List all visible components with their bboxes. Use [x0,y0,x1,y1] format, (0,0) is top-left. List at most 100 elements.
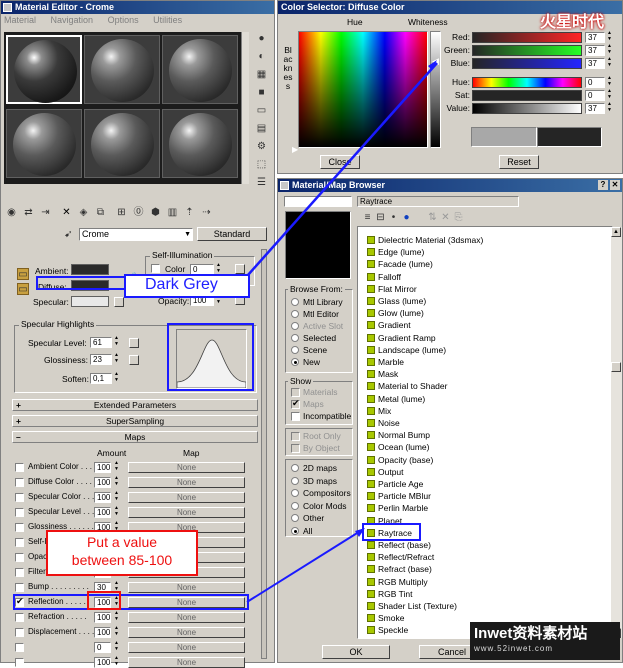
supersampling-rollout[interactable]: + SuperSampling [12,415,258,427]
map-search-input[interactable] [284,196,352,207]
map-amount-spinner[interactable] [114,625,121,638]
map-list-item[interactable]: Glow (lume) [367,307,607,319]
background-icon[interactable]: ▦ [254,67,269,82]
select-by-material-icon[interactable]: ⬚ [254,157,269,172]
map-enable-checkbox[interactable] [15,553,24,562]
maps-rollout[interactable]: – Maps [12,431,258,443]
sample-slot-6[interactable] [162,109,238,178]
menu-options[interactable]: Options [108,15,139,25]
make-copy-icon[interactable]: ◈ [76,205,91,220]
map-enable-checkbox[interactable] [15,613,24,622]
map-list-item[interactable]: Shader List (Texture) [367,600,607,612]
specular-level-input[interactable]: 61 [90,337,112,348]
material-name-field[interactable]: Crome ▼ [79,228,193,241]
channel-spinner[interactable] [607,30,614,43]
map-list-item[interactable]: Mask [367,368,607,380]
menu-navigation[interactable]: Navigation [51,15,94,25]
go-forward-sibling-icon[interactable]: ⇢ [199,205,214,220]
whiteness-bar[interactable] [430,31,441,148]
map-amount-spinner[interactable] [114,505,121,518]
make-preview-icon[interactable]: ▤ [254,121,269,136]
map-amount-input[interactable]: 100 [94,627,111,638]
map-list-item[interactable]: Particle Age [367,478,607,490]
map-list-item[interactable]: Metal (lume) [367,393,607,405]
map-list-item[interactable]: Particle MBlur [367,490,607,502]
map-list-item[interactable]: Noise [367,417,607,429]
soften-spinner[interactable] [114,371,121,384]
map-enable-checkbox[interactable] [15,538,24,547]
browse-from-radio[interactable] [291,346,299,354]
map-amount-spinner[interactable] [114,460,121,473]
browse-from-radio[interactable] [291,358,299,366]
map-list-item[interactable]: Landscape (lume) [367,344,607,356]
hue-blackness-picker[interactable] [298,31,428,148]
glossiness-map-button[interactable] [129,355,139,365]
map-list-item[interactable]: Falloff [367,271,607,283]
close-icon[interactable]: ✕ [610,180,620,190]
map-list-item[interactable]: Output [367,466,607,478]
options-icon[interactable]: ⚙ [254,139,269,154]
diffuse-lock-icon[interactable]: ▭ [17,283,29,295]
map-amount-input[interactable]: 100 [94,462,111,473]
map-list-item[interactable]: RGB Multiply [367,576,607,588]
scroll-thumb[interactable] [611,362,621,372]
uv-tiling-icon[interactable]: ■ [254,85,269,100]
material-navigator-icon[interactable]: ☰ [254,175,269,190]
map-list-item[interactable]: Gradient Ramp [367,332,607,344]
map-enable-checkbox[interactable] [15,568,24,577]
clear-library-icon[interactable]: ⎘ [453,210,464,225]
map-list-item[interactable]: Glass (lume) [367,295,607,307]
sample-slot-2[interactable] [84,35,160,104]
map-list-item[interactable]: Mix [367,405,607,417]
map-list-item[interactable]: Flat Mirror [367,283,607,295]
ambient-color-swatch[interactable] [71,264,109,275]
map-list-item[interactable]: Opacity (base) [367,454,607,466]
map-enable-checkbox[interactable] [15,643,24,652]
browse-from-radio[interactable] [291,310,299,318]
map-list-item[interactable]: Marble [367,356,607,368]
menu-material[interactable]: Material [4,15,36,25]
channel-value-input[interactable]: 0 [585,77,605,88]
filter-radio[interactable] [291,476,299,485]
parameters-scrollbar[interactable] [261,249,267,659]
filter-radio[interactable] [291,501,299,510]
map-amount-input[interactable]: 0 [94,642,111,653]
glossiness-spinner[interactable] [114,352,121,365]
map-slot-button[interactable]: None [128,462,245,473]
map-amount-input[interactable]: 100 [94,492,111,503]
update-scene-materials-icon[interactable]: ⇅ [427,210,438,225]
hue-pointer-icon[interactable]: ▶ [292,145,298,154]
filter-radio[interactable] [291,514,299,522]
specular-color-swatch[interactable] [71,296,109,307]
filter-radio[interactable] [291,489,299,497]
channel-spinner[interactable] [607,43,614,56]
put-to-scene-icon[interactable]: ⇄ [21,205,36,220]
sample-slot-3[interactable] [162,35,238,104]
map-list-item[interactable]: Refract (base) [367,563,607,575]
map-list-item[interactable]: Dielectric Material (3dsmax) [367,234,607,246]
map-amount-spinner[interactable] [114,610,121,623]
map-list-item[interactable]: Gradient [367,319,607,331]
sample-slot-1[interactable] [6,35,82,104]
extended-parameters-rollout[interactable]: + Extended Parameters [12,399,258,411]
channel-value-input[interactable]: 0 [585,90,605,101]
get-material-icon[interactable]: ◉ [4,205,19,220]
show-checkbox[interactable] [291,412,300,421]
channel-slider[interactable] [472,90,582,101]
channel-spinner[interactable] [607,75,614,88]
material-type-button[interactable]: Standard [197,227,267,241]
map-enable-checkbox[interactable] [15,493,24,502]
pick-material-icon[interactable]: ➹ [61,227,76,242]
backlight-icon[interactable]: ◐ [254,49,269,64]
channel-slider[interactable] [472,77,582,88]
map-list-item[interactable]: Reflect/Refract [367,551,607,563]
browse-from-radio[interactable] [291,298,299,306]
map-list-item[interactable]: RGB Tint [367,588,607,600]
map-list-item[interactable]: Material to Shader [367,380,607,392]
ambient-lock-icon[interactable]: ▭ [17,268,29,280]
channel-slider[interactable] [472,58,582,69]
map-amount-spinner[interactable] [114,490,121,503]
close-button[interactable]: Close [320,155,360,169]
channel-slider[interactable] [472,45,582,56]
map-list-item[interactable]: Edge (lume) [367,246,607,258]
